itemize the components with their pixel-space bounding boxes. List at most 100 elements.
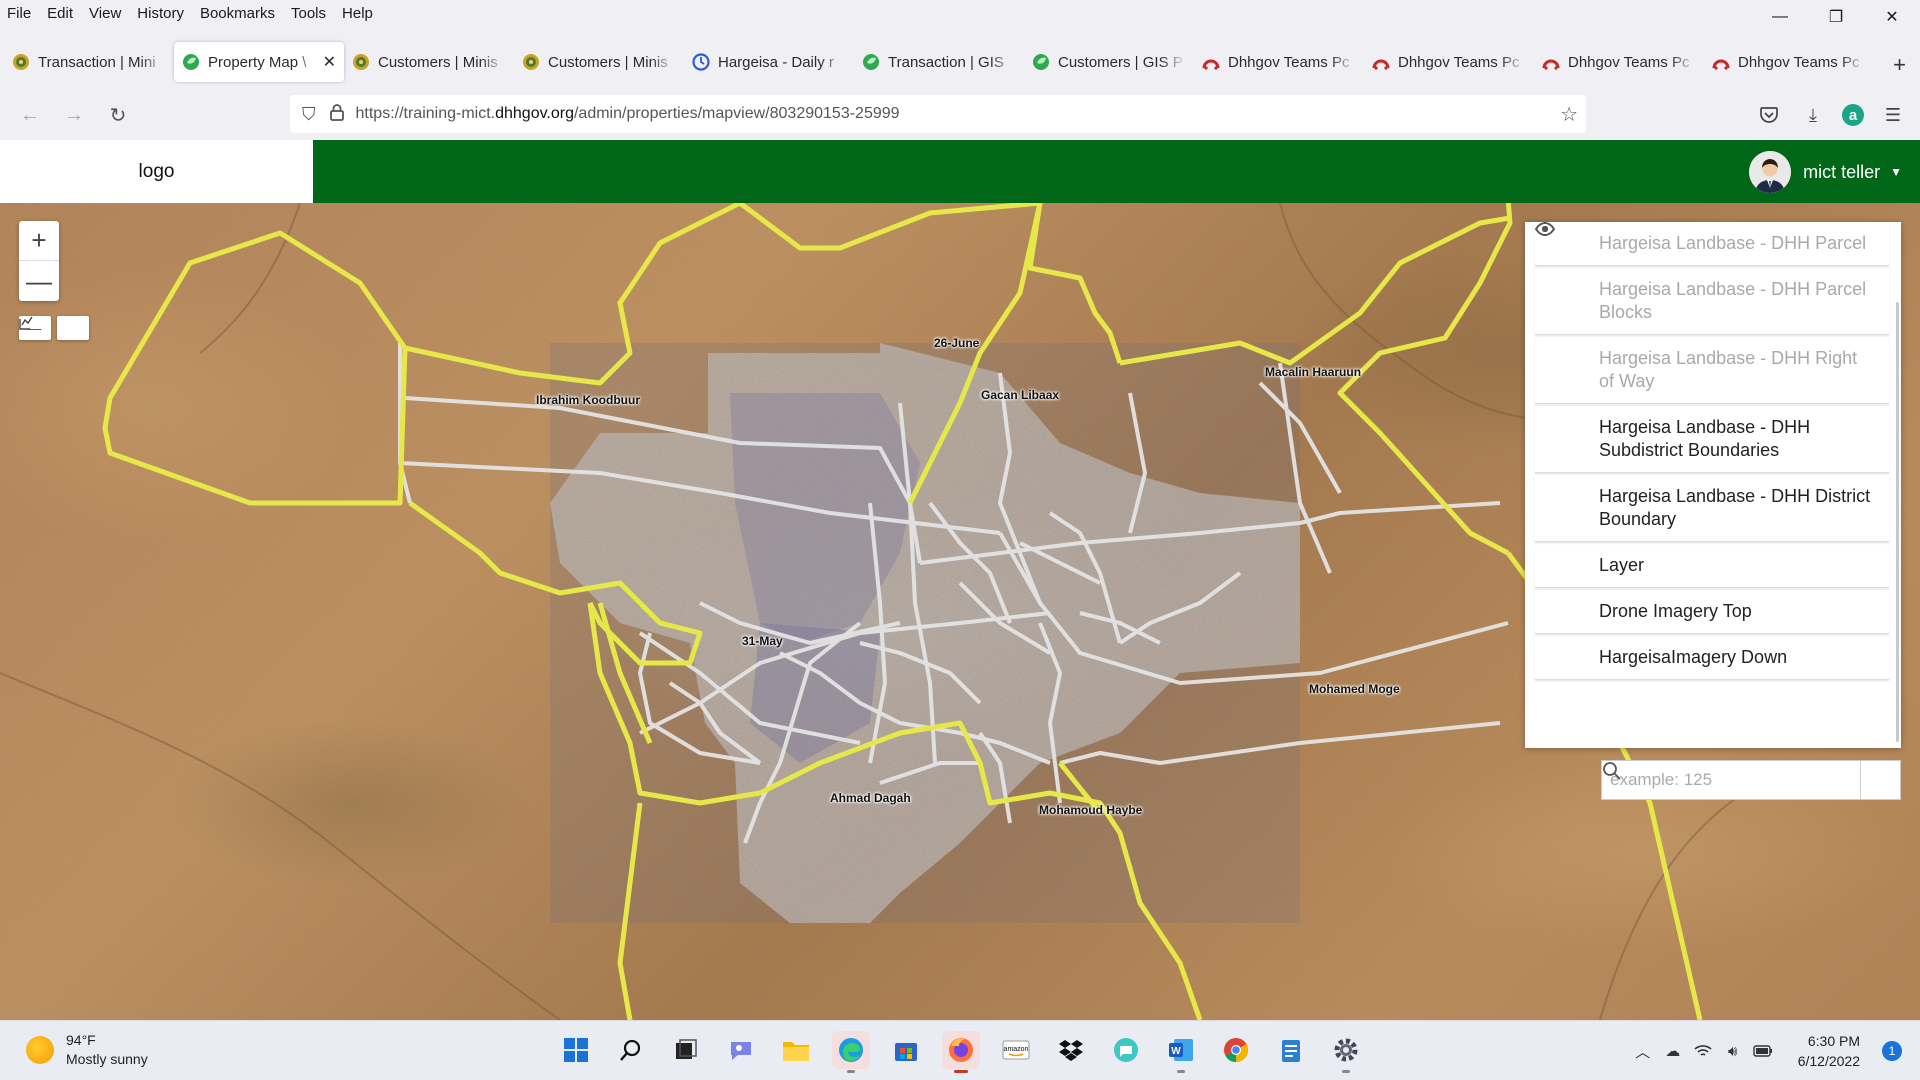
layer-item[interactable]: Hargeisa Landbase - DHH Subdistrict Boun… [1535, 222, 1889, 473]
tab-label: Hargeisa - Daily r [718, 53, 834, 71]
restore-button[interactable]: ❐ [1808, 0, 1864, 34]
minimize-button[interactable]: — [1752, 0, 1808, 34]
settings-gear-icon[interactable] [1327, 1031, 1365, 1073]
tab-7[interactable]: Dhhgov Teams Pc [1194, 42, 1364, 82]
close-window-button[interactable]: ✕ [1864, 0, 1920, 34]
district-label-gacan-libaax: Gacan Libaax [981, 388, 1060, 402]
draw-toolbar: — [19, 316, 89, 340]
layer-label: Hargeisa Landbase - DHH Parcel [1599, 233, 1867, 253]
menu-edit[interactable]: Edit [39, 5, 81, 22]
zoom-in-button[interactable]: + [19, 221, 59, 261]
svg-text:W: W [1171, 1046, 1181, 1057]
tab-8[interactable]: Dhhgov Teams Pc [1364, 42, 1534, 82]
layer-item[interactable]: Hargeisa Landbase - DHH Parcel [1535, 222, 1889, 266]
close-tab-icon[interactable]: ✕ [323, 52, 336, 72]
shield-icon[interactable]: ⛉ [302, 104, 316, 125]
teams-chat-icon[interactable] [722, 1031, 760, 1069]
tab-10[interactable]: Dhhgov Teams Pc [1704, 42, 1874, 82]
district-label-ahmad-dagah: Ahmad Dagah [830, 791, 911, 805]
search-button[interactable] [1603, 761, 1900, 799]
tab-3[interactable]: Customers | Minis [514, 42, 684, 82]
messaging-app-icon[interactable] [1107, 1031, 1145, 1069]
clock[interactable]: 6:30 PM 6/12/2022 [1798, 1031, 1860, 1071]
reload-button[interactable]: ↻ [96, 97, 140, 133]
chevron-up-icon[interactable]: ︿ [1628, 1041, 1658, 1062]
tab-6[interactable]: Customers | GIS P [1024, 42, 1194, 82]
layer-item[interactable]: Hargeisa Landbase - DHH Right of Way [1535, 222, 1889, 404]
menu-history[interactable]: History [129, 5, 192, 22]
tab-label: Transaction | GIS [888, 53, 1004, 71]
menu-bookmarks[interactable]: Bookmarks [192, 5, 283, 22]
draw-polygon-button[interactable] [19, 316, 89, 340]
tab-label: Dhhgov Teams Pc [1568, 53, 1690, 71]
bookmark-star-icon[interactable]: ☆ [1560, 102, 1578, 127]
green-leaf-icon [1032, 53, 1050, 71]
menu-file[interactable]: File [0, 5, 39, 22]
battery-icon[interactable] [1748, 1045, 1778, 1057]
downloads-icon[interactable]: ⤓ [1798, 100, 1828, 130]
parcel-search-input[interactable] [1602, 761, 1860, 799]
map-view[interactable]: 26-June Ibrahim Koodbuur Gacan Libaax Ma… [0, 203, 1920, 1020]
red-arc-icon [1202, 53, 1220, 71]
edge-browser-icon[interactable] [832, 1031, 870, 1073]
dropbox-icon[interactable] [1052, 1031, 1090, 1069]
notepad-icon[interactable] [1272, 1031, 1310, 1069]
toolbar-right: ⤓ a ☰ [1754, 92, 1908, 138]
reload-icon: ↻ [109, 104, 127, 127]
forward-button[interactable]: → [52, 97, 96, 133]
weather-desc: Mostly sunny [66, 1051, 148, 1067]
url-host: dhhgov.org [495, 105, 574, 122]
pocket-icon[interactable] [1754, 100, 1784, 130]
user-menu[interactable]: mict teller ▼ [1749, 151, 1902, 193]
tab-1[interactable]: Property Map \ ✕ [174, 42, 344, 82]
taskbar-apps: amazon W [557, 1031, 1365, 1073]
microsoft-store-icon[interactable] [887, 1031, 925, 1069]
firefox-icon[interactable] [942, 1031, 980, 1073]
weather-widget[interactable]: 94°F Mostly sunny [26, 1031, 148, 1069]
windows-start-icon[interactable] [557, 1031, 595, 1069]
zoom-out-button[interactable]: — [19, 261, 59, 301]
chrome-icon[interactable] [1217, 1031, 1255, 1069]
tab-9[interactable]: Dhhgov Teams Pc [1534, 42, 1704, 82]
polygon-tool-icon [19, 316, 33, 330]
onedrive-cloud-icon[interactable]: ☁ [1658, 1042, 1688, 1060]
url-text[interactable]: https://training-mict.dhhgov.org/admin/p… [356, 105, 900, 123]
layer-item[interactable]: Hargeisa Landbase - DHH Parcel Blocks [1535, 222, 1889, 335]
ministry-seal-icon [522, 53, 540, 71]
notification-badge[interactable]: 1 [1882, 1041, 1902, 1061]
layer-item[interactable]: Hargeisa Landbase - DHH District Boundar… [1535, 222, 1889, 542]
layer-item[interactable]: HargeisaImagery Down [1535, 222, 1889, 680]
window-controls: — ❐ ✕ [1752, 0, 1920, 34]
tab-4[interactable]: Hargeisa - Daily r [684, 42, 854, 82]
green-leaf-icon [862, 53, 880, 71]
tab-bar: Transaction | Mini Property Map \ ✕ Custome… [0, 42, 1920, 82]
task-view-icon[interactable] [667, 1031, 705, 1069]
layer-panel: Hargeisa Landbase - DHH Parcel Hargeisa L… [1525, 222, 1901, 748]
addon-a-icon[interactable]: a [1842, 104, 1864, 126]
back-button[interactable]: ← [8, 97, 52, 133]
volume-icon[interactable]: 🔊︎ [1718, 1043, 1748, 1060]
user-name: mict teller [1803, 161, 1881, 182]
layer-item[interactable]: Layer [1535, 222, 1889, 588]
url-bar[interactable]: ⛉ https://training-mict.dhhgov.org/admin… [290, 95, 1586, 133]
menu-view[interactable]: View [81, 5, 129, 22]
tab-5[interactable]: Transaction | GIS [854, 42, 1024, 82]
logo[interactable]: logo [0, 140, 313, 203]
file-explorer-icon[interactable] [777, 1031, 815, 1069]
tab-0[interactable]: Transaction | Mini [4, 42, 174, 82]
tab-2[interactable]: Customers | Minis [344, 42, 514, 82]
search-taskbar-icon[interactable] [612, 1031, 650, 1069]
amazon-icon[interactable]: amazon [997, 1031, 1035, 1069]
lock-icon[interactable] [329, 103, 344, 126]
layer-panel-scrollbar[interactable] [1896, 302, 1899, 742]
green-leaf-icon [182, 53, 200, 71]
wifi-icon[interactable] [1688, 1044, 1718, 1058]
menu-tools[interactable]: Tools [283, 5, 334, 22]
menu-help[interactable]: Help [334, 5, 381, 22]
district-label-mohamed-moge: Mohamed Moge [1309, 682, 1400, 696]
hamburger-menu-icon[interactable]: ☰ [1878, 100, 1908, 130]
new-tab-button[interactable]: + [1893, 52, 1906, 78]
layer-item[interactable]: Drone Imagery Top [1535, 222, 1889, 634]
word-icon[interactable]: W [1162, 1031, 1200, 1073]
layer-label: Hargeisa Landbase - DHH Subdistrict Boun… [1599, 417, 1811, 460]
